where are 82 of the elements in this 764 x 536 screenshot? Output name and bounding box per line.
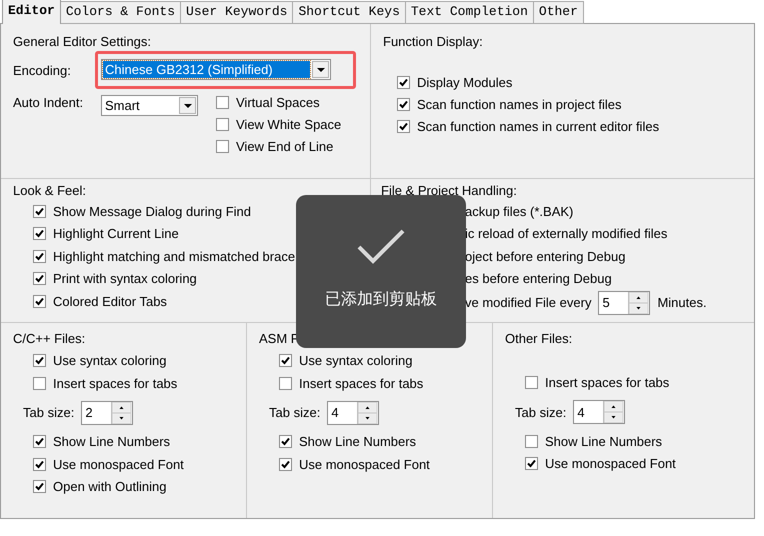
checkbox-label: ic reload of externally modified files bbox=[465, 226, 668, 242]
checkbox[interactable] bbox=[33, 458, 46, 471]
tab[interactable]: Other bbox=[532, 1, 584, 24]
checkbox-label: Show Line Numbers bbox=[545, 434, 662, 449]
checkbox[interactable] bbox=[279, 458, 292, 471]
number-spinner[interactable]: 4 bbox=[327, 400, 380, 425]
checkbox-label: Use monospaced Font bbox=[545, 456, 676, 472]
tab[interactable]: Colors & Fonts bbox=[60, 1, 182, 24]
checkbox-label: Open with Outlining bbox=[53, 479, 166, 494]
tab-size-label: Tab size: bbox=[269, 405, 320, 420]
section-title: General Editor Settings: bbox=[13, 34, 152, 49]
checkbox[interactable] bbox=[33, 435, 46, 448]
checkbox-label: Highlight matching and mismatched brace bbox=[53, 248, 296, 264]
checkbox-label: ackup files (*.BAK) bbox=[465, 204, 574, 220]
spin-arrows-icon bbox=[358, 402, 378, 424]
number-spinner[interactable]: 4 bbox=[573, 400, 626, 424]
checkbox[interactable] bbox=[33, 376, 46, 390]
checkbox-label: Scan function names in current editor files bbox=[417, 119, 660, 134]
checkbox-label: Use monospaced Font bbox=[299, 456, 430, 472]
checkbox[interactable] bbox=[397, 98, 410, 112]
checkbox[interactable] bbox=[33, 294, 46, 308]
checkbox-label: Display Modules bbox=[417, 74, 512, 90]
toast-message: 已添加到剪贴板 bbox=[325, 289, 437, 310]
checkbox-label: Show Line Numbers bbox=[53, 434, 170, 450]
checkbox[interactable] bbox=[33, 354, 46, 368]
checkbox[interactable] bbox=[397, 120, 410, 134]
tab-size-label: Tab size: bbox=[23, 405, 74, 420]
encoding-label: Encoding: bbox=[13, 62, 72, 78]
checkbox[interactable] bbox=[216, 140, 229, 154]
checkbox[interactable] bbox=[279, 376, 292, 390]
checkbox[interactable] bbox=[279, 354, 292, 368]
checkbox[interactable] bbox=[397, 76, 410, 89]
checkbox[interactable] bbox=[525, 457, 538, 470]
section-title: Function Display: bbox=[383, 34, 484, 49]
number-spinner[interactable]: 5 bbox=[598, 290, 650, 315]
section-title: Look & Feel: bbox=[13, 183, 87, 198]
checkbox-label: Insert spaces for tabs bbox=[545, 375, 670, 390]
section-title: File & Project Handling: bbox=[381, 183, 518, 198]
auto-indent-dropdown[interactable]: Smart bbox=[101, 95, 198, 116]
checkbox-label: oject before entering Debug bbox=[465, 248, 626, 264]
checkbox[interactable] bbox=[216, 118, 229, 132]
tab[interactable]: User Keywords bbox=[180, 1, 294, 24]
checkbox-label: Use syntax coloring bbox=[299, 353, 412, 368]
checkbox-label: Show Line Numbers bbox=[299, 434, 416, 450]
checkbox-label: Use monospaced Font bbox=[53, 456, 184, 472]
checkbox-label: Highlight Current Line bbox=[53, 226, 179, 242]
dropdown-arrow-icon bbox=[316, 68, 324, 72]
checkbox-label: Virtual Spaces bbox=[236, 94, 320, 110]
checkbox-label: Insert spaces for tabs bbox=[53, 376, 178, 391]
auto-indent-label: Auto Indent: bbox=[13, 95, 84, 110]
minutes-label: Minutes. bbox=[657, 295, 707, 310]
spin-arrows-icon bbox=[604, 401, 624, 424]
encoding-dropdown[interactable]: Chinese GB2312 (Simplified) bbox=[101, 59, 331, 80]
checkbox-label: View White Space bbox=[236, 117, 342, 132]
tab[interactable]: Text Completion bbox=[404, 1, 534, 24]
autosave-label: ve modified File every bbox=[465, 295, 592, 310]
checkbox[interactable] bbox=[279, 435, 292, 448]
dropdown-arrow-icon bbox=[184, 104, 192, 108]
tab-size-label: Tab size: bbox=[515, 404, 566, 420]
checkbox-label: Insert spaces for tabs bbox=[299, 376, 424, 391]
section-title: Other Files: bbox=[505, 330, 574, 346]
tab[interactable]: Editor bbox=[2, 0, 61, 24]
checkbox[interactable] bbox=[33, 480, 46, 494]
checkbox-label: View End of Line bbox=[236, 139, 334, 154]
checkbox-label: es before entering Debug bbox=[465, 271, 612, 286]
checkbox-label: Show Message Dialog during Find bbox=[53, 204, 251, 220]
checkbox[interactable] bbox=[33, 227, 46, 240]
checkbox[interactable] bbox=[33, 250, 46, 263]
section-title: C/C++ Files: bbox=[13, 330, 86, 346]
checkbox[interactable] bbox=[33, 205, 46, 218]
checkbox-label: Scan function names in project files bbox=[417, 97, 622, 112]
checkbox[interactable] bbox=[33, 272, 46, 286]
checkbox-label: Use syntax coloring bbox=[53, 353, 166, 368]
checkbox-label: Colored Editor Tabs bbox=[53, 294, 167, 309]
number-spinner[interactable]: 2 bbox=[81, 400, 134, 425]
spin-arrows-icon bbox=[629, 292, 648, 314]
checkbox[interactable] bbox=[216, 96, 229, 109]
checkbox-label: Print with syntax coloring bbox=[53, 271, 197, 286]
checkbox[interactable] bbox=[525, 376, 538, 390]
checkbox[interactable] bbox=[525, 434, 538, 448]
spin-arrows-icon bbox=[112, 402, 132, 424]
tab[interactable]: Shortcut Keys bbox=[292, 1, 406, 24]
